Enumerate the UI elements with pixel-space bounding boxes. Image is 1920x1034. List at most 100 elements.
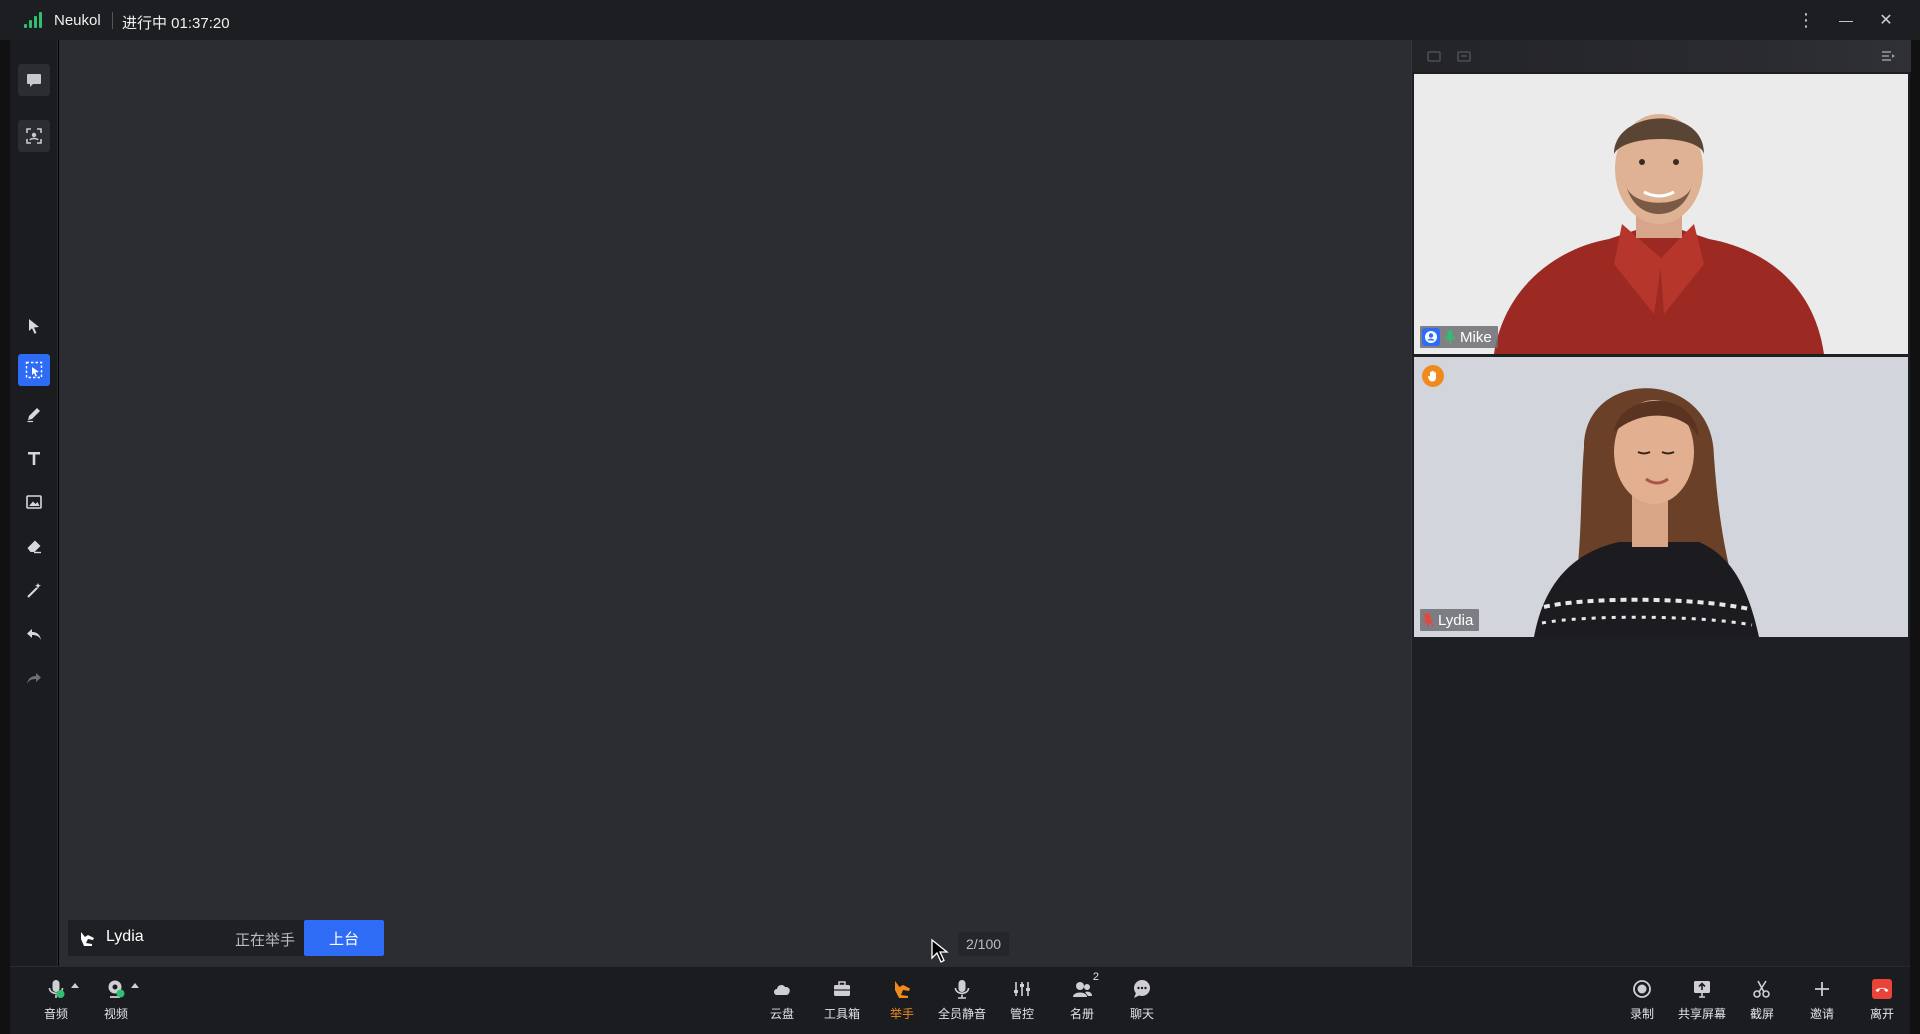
- more-options-button[interactable]: ⋮: [1792, 8, 1820, 32]
- raise-hand-icon: [895, 981, 910, 998]
- signal-strength-icon: [24, 12, 42, 28]
- name-tag-lydia: Lydia: [1420, 609, 1480, 631]
- eraser-icon: [27, 540, 41, 554]
- pen-icon: [27, 408, 40, 423]
- participant-name: Mike: [1460, 328, 1492, 346]
- roster-icon: [1073, 982, 1092, 997]
- controls-icon: [1014, 982, 1030, 996]
- title-divider: [112, 12, 113, 29]
- hand-raise-notification: Lydia 正在举手 上台: [68, 920, 384, 956]
- video-label: 视频: [103, 1007, 128, 1021]
- whiteboard-canvas[interactable]: [59, 40, 1411, 966]
- participant-name: Lydia: [1438, 611, 1474, 629]
- hand-raise-status: 正在举手: [235, 932, 296, 949]
- leave-button[interactable]: 离开: [1854, 977, 1910, 1029]
- screenshot-button[interactable]: 截屏: [1734, 977, 1790, 1029]
- video-tile-lydia[interactable]: Lydia: [1414, 357, 1908, 637]
- video-tile-mike[interactable]: Mike: [1414, 74, 1908, 354]
- cloud-drive-label: 云盘: [769, 1007, 794, 1021]
- participant-video-lydia: [1414, 357, 1908, 637]
- close-button[interactable]: ✕: [1872, 8, 1900, 32]
- invite-button[interactable]: 邀请: [1794, 977, 1850, 1029]
- toolbox-button[interactable]: 工具箱: [814, 977, 870, 1029]
- video-options-caret[interactable]: [131, 983, 139, 988]
- mute-all-button[interactable]: 全员静音: [934, 977, 990, 1029]
- leave-icon: [1872, 979, 1892, 999]
- video-panel: Mike Lydia: [1411, 40, 1911, 966]
- raise-hand-label: 举手: [889, 1007, 914, 1021]
- camera-icon: [108, 980, 125, 998]
- video-panel-header: [1412, 40, 1911, 72]
- text-icon: [28, 452, 40, 465]
- raise-hand-icon: [81, 932, 94, 946]
- focus-button[interactable]: [18, 120, 50, 152]
- mute-all-icon: [954, 980, 970, 999]
- image-tool[interactable]: [18, 486, 50, 518]
- chat-icon: [27, 74, 41, 87]
- record-label: 录制: [1629, 1007, 1654, 1021]
- roster-button[interactable]: 2 名册: [1054, 971, 1110, 1029]
- pointer-icon: [29, 319, 39, 334]
- roster-label: 名册: [1069, 1007, 1094, 1021]
- magic-wand-tool[interactable]: [18, 574, 50, 606]
- audio-options-caret[interactable]: [71, 983, 79, 988]
- undo-button[interactable]: [18, 618, 50, 650]
- hand-raised-badge: [1422, 365, 1444, 387]
- raise-hand-button[interactable]: 举手: [874, 977, 930, 1029]
- roster-count: 2: [1092, 971, 1099, 983]
- select-icon: [25, 361, 43, 379]
- invite-icon: [1815, 982, 1829, 996]
- title-bar: Neukol 进行中 01:37:20 ⋮ — ✕: [0, 0, 1920, 40]
- controls-label: 管控: [1009, 1007, 1034, 1021]
- panel-collapse-icon[interactable]: [1880, 48, 1896, 64]
- microphone-icon: [48, 980, 65, 998]
- controls-button[interactable]: 管控: [994, 977, 1050, 1029]
- redo-button[interactable]: [18, 662, 50, 694]
- mute-all-label: 全员静音: [937, 1007, 986, 1021]
- pen-tool[interactable]: [18, 398, 50, 430]
- mic-on-icon: [1444, 330, 1456, 344]
- eraser-tool[interactable]: [18, 530, 50, 562]
- raise-hand-badge-icon: [1427, 370, 1436, 382]
- name-tag-mike: Mike: [1420, 326, 1498, 348]
- invite-to-stage-button[interactable]: 上台: [304, 920, 384, 956]
- record-icon: [1633, 980, 1651, 998]
- mouse-cursor-icon: [931, 938, 949, 963]
- chat-bubble-icon: [1134, 980, 1150, 998]
- chat-button[interactable]: 聊天: [1114, 977, 1170, 1029]
- share-screen-label: 共享屏幕: [1677, 1007, 1726, 1021]
- image-icon: [26, 495, 42, 509]
- select-tool[interactable]: [18, 354, 50, 386]
- cloud-drive-button[interactable]: 云盘: [754, 977, 810, 1029]
- audio-button[interactable]: 音频: [28, 977, 84, 1029]
- magic-wand-icon: [27, 583, 41, 598]
- layout-single-icon[interactable]: [1426, 48, 1442, 64]
- layout-grid-icon[interactable]: [1456, 48, 1472, 64]
- cloud-icon: [774, 985, 790, 995]
- screenshot-label: 截屏: [1749, 1007, 1774, 1021]
- share-screen-icon: [1694, 981, 1710, 998]
- toolbox-label: 工具箱: [823, 1007, 860, 1021]
- window-edge-right: [1910, 40, 1920, 1034]
- window-edge-left: [0, 40, 10, 1034]
- invite-label: 邀请: [1809, 1007, 1834, 1021]
- screenshot-icon: [1753, 980, 1770, 998]
- mic-off-icon: [1422, 612, 1434, 627]
- minimize-button[interactable]: —: [1832, 8, 1860, 32]
- record-button[interactable]: 录制: [1614, 977, 1670, 1029]
- whiteboard-toolbar: [10, 40, 58, 966]
- chat-toggle-button[interactable]: [18, 64, 50, 96]
- video-button[interactable]: 视频: [88, 977, 144, 1029]
- host-icon: [1422, 328, 1440, 346]
- meeting-controls-bar: 音频 视频 云盘 工具箱 举手 全员静音 管控 2 名册 聊天 录制 共享屏幕 …: [10, 966, 1910, 1034]
- focus-icon: [26, 128, 42, 144]
- text-tool[interactable]: [18, 442, 50, 474]
- leave-label: 离开: [1869, 1007, 1894, 1021]
- pointer-tool[interactable]: [18, 310, 50, 342]
- participant-video-mike: [1414, 74, 1908, 354]
- share-screen-button[interactable]: 共享屏幕: [1674, 977, 1730, 1029]
- meeting-status: 进行中 01:37:20: [122, 15, 230, 32]
- audio-label: 音频: [43, 1007, 68, 1021]
- page-counter: 2/100: [958, 932, 1010, 956]
- hand-raiser-name: Lydia: [106, 928, 144, 945]
